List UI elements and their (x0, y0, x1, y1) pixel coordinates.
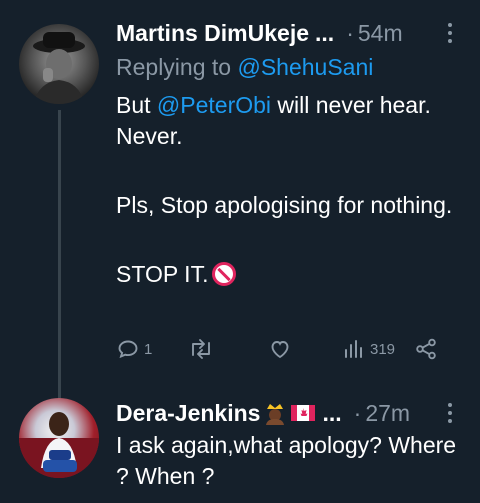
retweet-icon (192, 339, 210, 359)
thread-line (58, 110, 61, 400)
views-icon (345, 340, 362, 358)
author-ellipsis: ... (322, 399, 342, 426)
text-paragraph: Pls, Stop apologising for nothing. (116, 192, 453, 218)
separator: · (346, 19, 354, 46)
more-options-icon[interactable] (442, 20, 458, 46)
tweet[interactable]: Dera-Jenkins ... · 27m I ask again,what … (0, 392, 480, 503)
timestamp[interactable]: 54m (358, 20, 403, 47)
tweet-header: Dera-Jenkins ... · 27m (116, 398, 464, 428)
author-name[interactable]: Dera-Jenkins (116, 400, 260, 427)
text-segment: will never hear. (271, 92, 431, 118)
action-bar: 1 319 (116, 334, 446, 364)
avatar[interactable] (19, 398, 99, 478)
text-line: Never. (116, 123, 183, 149)
replying-handle-link[interactable]: @ShehuSani (237, 54, 373, 80)
reply-count: 1 (144, 340, 153, 358)
reply-icon (118, 340, 138, 359)
text-paragraph: STOP IT. (116, 261, 209, 287)
timestamp[interactable]: 27m (365, 400, 410, 427)
heart-icon (271, 341, 289, 359)
retweet-button[interactable] (188, 334, 214, 364)
views-button[interactable]: 319 (342, 334, 395, 364)
views-count: 319 (370, 340, 396, 358)
tweet-header: Martins DimUkeje ... · 54m (116, 18, 464, 48)
avatar-photo (33, 32, 85, 104)
replying-to: Replying to @ShehuSani (116, 54, 373, 81)
share-button[interactable] (414, 334, 438, 364)
more-options-icon[interactable] (442, 400, 458, 426)
tweet[interactable]: Martins DimUkeje ... · 54m Replying to @… (0, 0, 480, 400)
mention-link[interactable]: @PeterObi (157, 92, 271, 118)
replying-prefix: Replying to (116, 54, 238, 80)
separator: · (353, 399, 362, 426)
text-segment: But (116, 92, 157, 118)
author-name[interactable]: Martins DimUkeje (116, 20, 309, 47)
author-ellipsis: ... (315, 19, 335, 46)
avatar-photo (19, 412, 99, 478)
avatar[interactable] (19, 24, 99, 104)
prince-emoji (266, 404, 285, 425)
share-icon (416, 338, 436, 360)
reply-button[interactable]: 1 (116, 334, 152, 364)
tweet-text: But @PeterObi will never hear. Never. Pl… (116, 90, 466, 290)
like-button[interactable] (268, 334, 292, 364)
no-entry-emoji (212, 262, 237, 286)
canada-flag-emoji (291, 405, 316, 421)
tweet-text: I ask again,what apology? Where ? When ? (116, 432, 457, 489)
